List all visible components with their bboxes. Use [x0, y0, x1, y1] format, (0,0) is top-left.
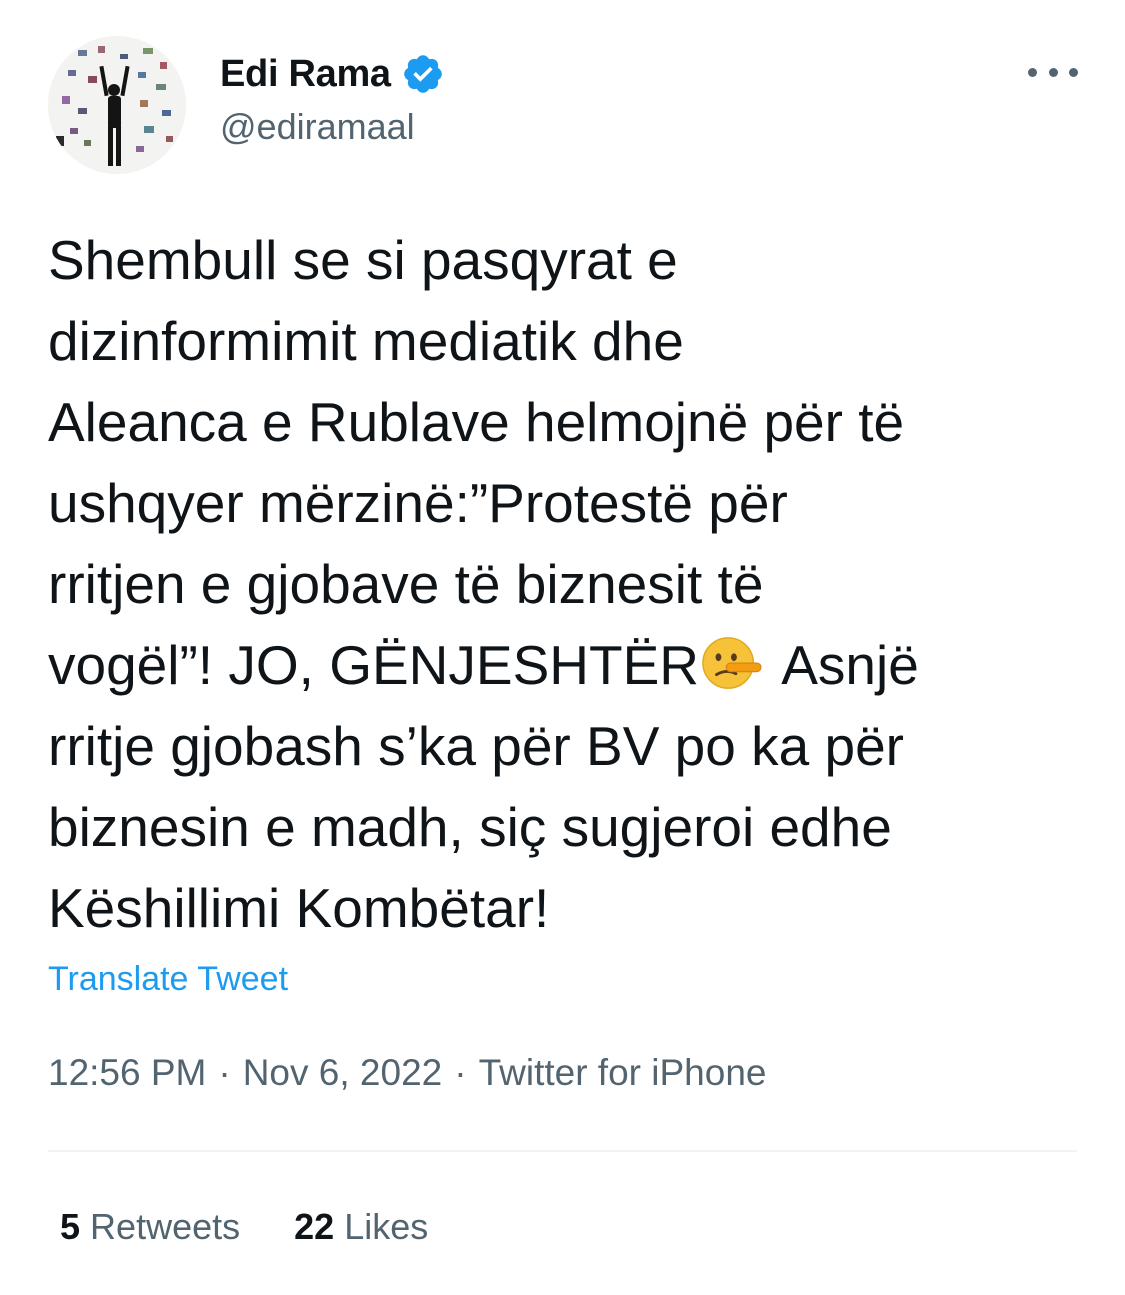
more-dot	[1048, 67, 1058, 77]
verified-badge-icon	[401, 52, 445, 96]
tweet-text-segment: Asnjë	[768, 634, 919, 696]
retweets-count: 5	[60, 1206, 81, 1247]
tweet-text-line: rritjen e gjobave të biznesit të	[48, 553, 764, 615]
likes-count: 22	[294, 1206, 335, 1247]
tweet-source[interactable]: Twitter for iPhone	[479, 1052, 767, 1093]
author-display-name[interactable]: Edi Rama	[220, 53, 391, 96]
tweet-card: Edi Rama @ediramaal Shembull se si pasqy…	[0, 0, 1125, 1295]
tweet-text-line-emoji: vogël”! JO, GËNJESHTËR Asnjë	[48, 625, 1093, 706]
tweet-text-line: Këshillimi Kombëtar!	[48, 877, 550, 939]
meta-separator: ·	[454, 1052, 467, 1093]
translate-tweet-link[interactable]: Translate Tweet	[48, 960, 288, 999]
more-dot	[1028, 67, 1037, 77]
lying-face-emoji	[701, 632, 763, 694]
tweet-text-line: Aleanca e Rublave helmojnë për të	[48, 391, 905, 453]
tweet-text-line: rritje gjobash s’ka për BV po ka për	[48, 715, 904, 777]
tweet-date[interactable]: Nov 6, 2022	[243, 1052, 443, 1093]
avatar[interactable]	[48, 36, 186, 174]
tweet-text-line: Shembull se si pasqyrat e	[48, 229, 678, 291]
tweet-text-line: dizinformimit mediatik dhe	[48, 310, 684, 372]
likes-stat[interactable]: 22 Likes	[294, 1206, 428, 1247]
meta-separator: ·	[218, 1052, 231, 1093]
more-dot	[1069, 67, 1078, 77]
tweet-text: Shembull se si pasqyrat e dizinformimit …	[48, 220, 1093, 949]
tweet-text-segment: vogël”! JO, GËNJESHTËR	[48, 634, 699, 696]
likes-label: Likes	[344, 1206, 429, 1247]
author-name-row[interactable]: Edi Rama	[220, 50, 445, 98]
author-handle[interactable]: @ediramaal	[220, 106, 415, 148]
tweet-text-line: ushqyer mërzinë:”Protestë për	[48, 472, 788, 534]
divider	[48, 1150, 1077, 1152]
avatar-image	[48, 36, 186, 174]
tweet-text-line: biznesin e madh, siç sugjeroi edhe	[48, 796, 892, 858]
tweet-time[interactable]: 12:56 PM	[48, 1052, 206, 1093]
retweets-stat[interactable]: 5 Retweets	[60, 1206, 240, 1247]
tweet-meta: 12:56 PM · Nov 6, 2022 · Twitter for iPhone	[48, 1052, 766, 1094]
more-dots-icon[interactable]	[1028, 54, 1078, 90]
retweets-label: Retweets	[90, 1206, 241, 1247]
tweet-stats: 5 Retweets 22 Likes	[60, 1206, 482, 1248]
